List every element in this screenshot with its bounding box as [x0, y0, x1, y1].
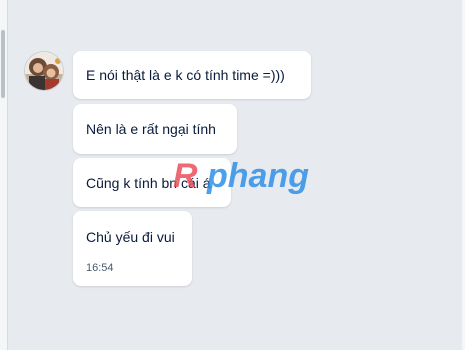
message-bubble[interactable]: Nên là e rất ngại tính	[73, 104, 237, 154]
left-panel-edge	[0, 0, 8, 350]
message-text: Cũng k tính bn cái á	[86, 175, 211, 191]
message-bubble[interactable]: Chủ yếu đi vui 16:54	[73, 211, 192, 286]
avatar-photo	[25, 52, 63, 90]
message-text: E nói thật là e k có tính time =)))	[86, 67, 285, 83]
message-bubble[interactable]: E nói thật là e k có tính time =)))	[73, 51, 311, 99]
sender-avatar[interactable]	[24, 51, 64, 91]
message-timestamp: 16:54	[86, 262, 114, 274]
message-text: Chủ yếu đi vui	[86, 229, 175, 245]
message-bubble[interactable]: Cũng k tính bn cái á	[73, 158, 231, 207]
chat-message-area[interactable]: E nói thật là e k có tính time =))) Nên …	[8, 0, 462, 350]
message-text: Nên là e rất ngại tính	[86, 121, 216, 137]
left-scrollbar-thumb[interactable]	[1, 30, 5, 98]
